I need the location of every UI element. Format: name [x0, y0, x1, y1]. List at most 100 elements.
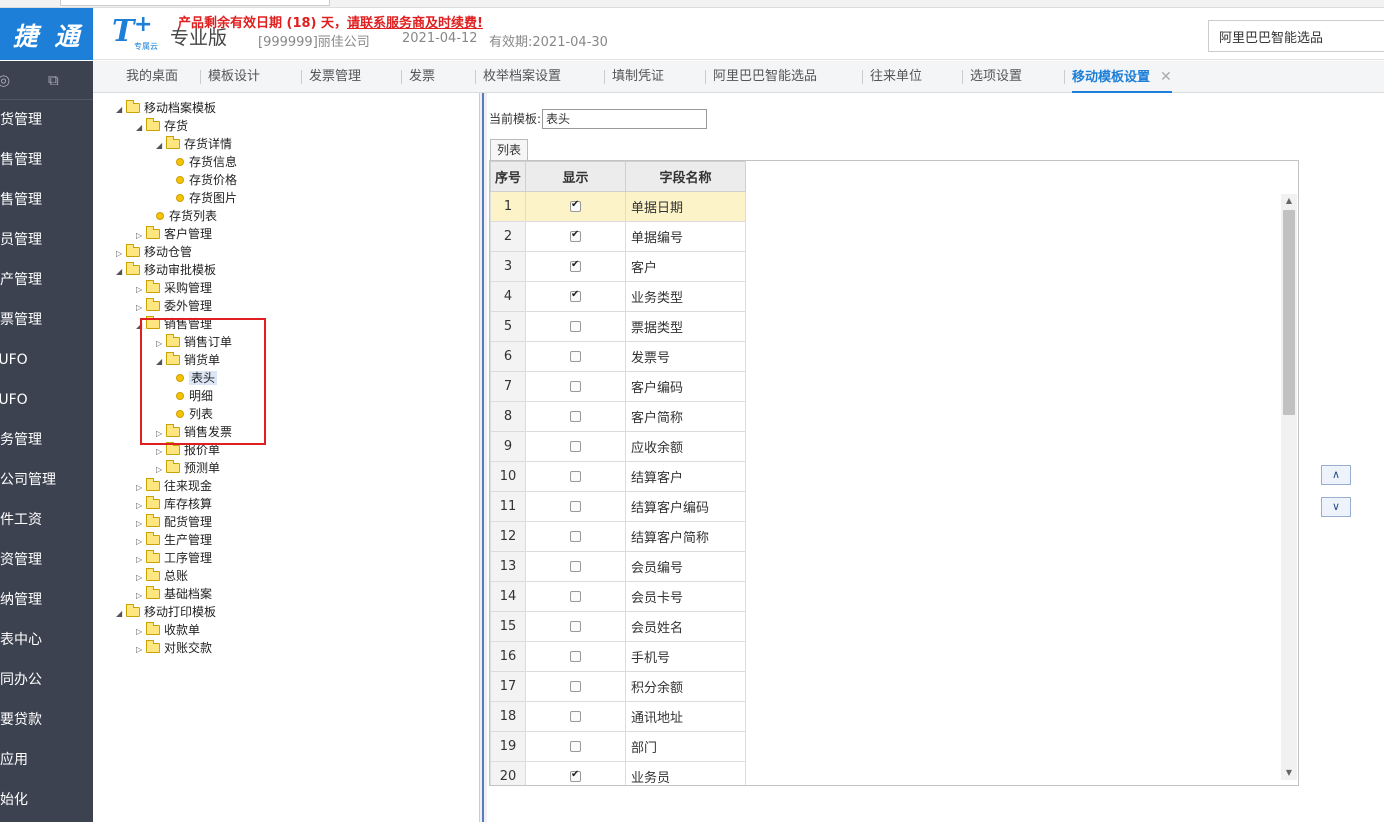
table-row[interactable]: 16 手机号	[490, 641, 746, 672]
tree-leaf[interactable]: 存货价格	[176, 171, 237, 189]
tab-2[interactable]: 模板设计	[208, 61, 260, 93]
show-checkbox[interactable]	[570, 711, 581, 722]
renew-link[interactable]: 请联系服务商及时续费!	[347, 16, 483, 31]
table-row[interactable]: 12 结算客户简称	[490, 521, 746, 552]
show-checkbox[interactable]	[570, 289, 581, 302]
tree-leaf[interactable]: 存货信息	[176, 153, 237, 171]
table-row[interactable]: 14 会员卡号	[490, 581, 746, 612]
show-checkbox[interactable]	[570, 229, 581, 242]
tree-folder[interactable]: ◢ 存货	[136, 117, 188, 135]
table-row[interactable]: 2单据编号	[490, 221, 746, 252]
show-checkbox[interactable]	[570, 321, 581, 332]
table-row[interactable]: 19 部门	[490, 731, 746, 762]
show-checkbox[interactable]	[570, 471, 581, 482]
table-row[interactable]: 11 结算客户编码	[490, 491, 746, 522]
search-input[interactable]: 阿里巴巴智能选品	[1208, 20, 1384, 52]
show-checkbox[interactable]	[570, 561, 581, 572]
show-checkbox[interactable]	[570, 351, 581, 362]
show-checkbox[interactable]	[570, 501, 581, 512]
tab-7[interactable]: 阿里巴巴智能选品	[713, 61, 817, 93]
show-checkbox[interactable]	[570, 259, 581, 272]
move-up-button[interactable]: ∧	[1321, 465, 1351, 485]
current-template-field[interactable]: 表头	[542, 109, 707, 129]
tab-4[interactable]: 发票	[409, 61, 435, 93]
tab-6[interactable]: 填制凭证	[612, 61, 664, 93]
table-row[interactable]: 3客户	[490, 251, 746, 282]
sidebar-item[interactable]: 出纳管理	[0, 580, 93, 620]
tab-5[interactable]: 枚举档案设置	[483, 61, 561, 93]
expanded-arrow-icon[interactable]: ◢	[116, 263, 126, 281]
show-checkbox[interactable]	[570, 621, 581, 632]
expanded-arrow-icon[interactable]: ◢	[156, 137, 166, 155]
sidebar-item[interactable]: 报表中心	[0, 620, 93, 660]
sidebar-item[interactable]: 零售管理	[0, 180, 93, 220]
sidebar-item[interactable]: 云应用	[0, 740, 93, 780]
show-checkbox[interactable]	[570, 651, 581, 662]
sidebar-item[interactable]: 协同办公	[0, 660, 93, 700]
tree-leaf[interactable]: 存货列表	[156, 207, 217, 225]
tree-leaf[interactable]: 存货图片	[176, 189, 237, 207]
table-row[interactable]: 10 结算客户	[490, 461, 746, 492]
move-down-button[interactable]: ∨	[1321, 497, 1351, 517]
tree-folder[interactable]: ▷ 生产管理	[136, 531, 212, 549]
tab-3[interactable]: 发票管理	[309, 61, 361, 93]
tree-folder[interactable]: ▷ 总账	[136, 567, 188, 585]
close-icon[interactable]: ✕	[1160, 69, 1172, 85]
table-row[interactable]: 7 客户编码	[490, 371, 746, 402]
tab-1[interactable]: 我的桌面	[126, 61, 178, 93]
collapsed-arrow-icon[interactable]: ▷	[136, 641, 146, 659]
sidebar-item[interactable]: 财务管理	[0, 420, 93, 460]
tree-folder[interactable]: ◢ 移动打印模板	[116, 603, 216, 621]
table-row[interactable]: 8 客户简称	[490, 401, 746, 432]
table-row[interactable]: 17 积分余额	[490, 671, 746, 702]
tree-folder[interactable]: ◢ 存货详情	[156, 135, 232, 153]
expanded-arrow-icon[interactable]: ◢	[136, 119, 146, 137]
sidebar-item[interactable]: T-UFO	[0, 340, 93, 380]
app-logo[interactable]: 捷 通	[0, 8, 93, 60]
sidebar-item[interactable]: 初始化	[0, 780, 93, 820]
sidebar-item[interactable]: 工资管理	[0, 540, 93, 580]
sidebar-item[interactable]: 需要贷款	[0, 700, 93, 740]
table-row[interactable]: 6 发票号	[490, 341, 746, 372]
tree-folder[interactable]: ◢ 移动档案模板	[116, 99, 216, 117]
tree-folder[interactable]: ◢ 移动审批模板	[116, 261, 216, 279]
tree-folder[interactable]: ▷ 库存核算	[136, 495, 212, 513]
table-row[interactable]: 18 通讯地址	[490, 701, 746, 732]
sidebar-item[interactable]: 发票管理	[0, 300, 93, 340]
sidebar-item[interactable]: 进货管理	[0, 100, 93, 140]
tree-folder[interactable]: ▷ 客户管理	[136, 225, 212, 243]
tree-folder[interactable]: ▷ 移动仓管	[116, 243, 192, 261]
tree-folder[interactable]: ▷ 工序管理	[136, 549, 212, 567]
tree-folder[interactable]: ▷ 委外管理	[136, 297, 212, 315]
show-checkbox[interactable]	[570, 741, 581, 752]
sidebar-item[interactable]: 分公司管理	[0, 460, 93, 500]
tree-folder[interactable]: ▷ 配货管理	[136, 513, 212, 531]
url-bar[interactable]	[60, 0, 330, 6]
table-row[interactable]: 9 应收余额	[490, 431, 746, 462]
tab-10[interactable]: 移动模板设置 ✕	[1072, 61, 1172, 93]
export-icon[interactable]: ⧉	[48, 71, 66, 89]
expanded-arrow-icon[interactable]: ◢	[116, 101, 126, 119]
tab-8[interactable]: 往来单位	[870, 61, 922, 93]
tree-folder[interactable]: ▷ 收款单	[136, 621, 200, 639]
show-checkbox[interactable]	[570, 411, 581, 422]
tree-folder[interactable]: ▷ 对账交款	[136, 639, 212, 657]
tree-folder[interactable]: ▷ 采购管理	[136, 279, 212, 297]
tree-folder[interactable]: ▷ 基础档案	[136, 585, 212, 603]
sidebar-item[interactable]: 销售管理	[0, 140, 93, 180]
show-checkbox[interactable]	[570, 531, 581, 542]
sidebar-item[interactable]: T-UFO	[0, 380, 93, 420]
show-checkbox[interactable]	[570, 199, 581, 212]
expanded-arrow-icon[interactable]: ◢	[116, 605, 126, 623]
table-row[interactable]: 15 会员姓名	[490, 611, 746, 642]
tree-folder[interactable]: ▷ 往来现金	[136, 477, 212, 495]
tab-list[interactable]: 列表	[490, 139, 528, 161]
panel-splitter[interactable]	[479, 93, 487, 822]
table-row[interactable]: 5 票据类型	[490, 311, 746, 342]
scroll-thumb[interactable]	[1283, 210, 1295, 415]
show-checkbox[interactable]	[570, 681, 581, 692]
grid-scrollbar[interactable]: ▲ ▼	[1281, 194, 1297, 780]
sidebar-item[interactable]: 会员管理	[0, 220, 93, 260]
table-row[interactable]: 13 会员编号	[490, 551, 746, 582]
sidebar-item[interactable]: 计件工资	[0, 500, 93, 540]
